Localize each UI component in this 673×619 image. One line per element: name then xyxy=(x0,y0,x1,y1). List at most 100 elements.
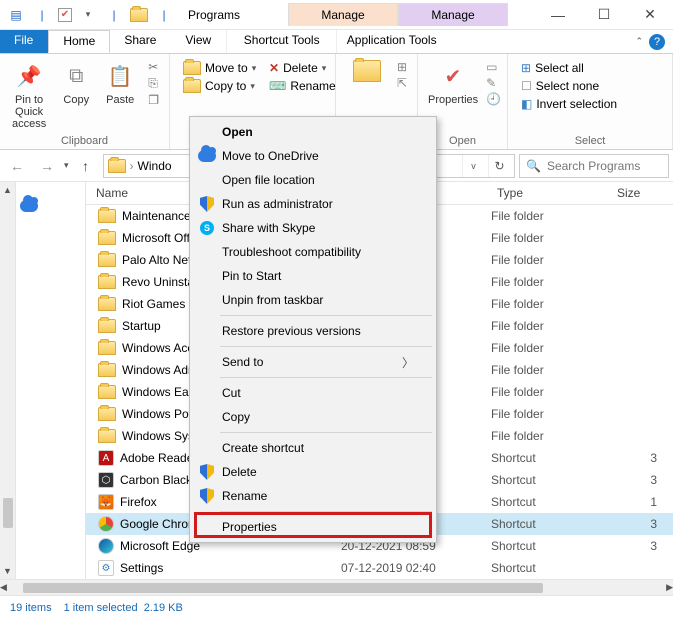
ctx-open-location[interactable]: Open file location xyxy=(192,168,434,192)
history-icon[interactable]: 🕘 xyxy=(486,92,501,106)
ctx-unpin-taskbar[interactable]: Unpin from taskbar xyxy=(192,288,434,312)
addr-dropdown-icon[interactable]: v xyxy=(462,155,484,177)
breadcrumb[interactable]: Windo xyxy=(138,159,172,173)
new-item-icon[interactable]: ⊞ xyxy=(397,60,407,74)
qat-divider: | xyxy=(32,5,52,25)
ctx-copy[interactable]: Copy xyxy=(192,405,434,429)
pin-quick-access-button[interactable]: 📌 Pin to Quick access xyxy=(6,58,52,132)
up-button[interactable]: ↑ xyxy=(73,153,99,179)
ctx-open-label: Open xyxy=(222,125,253,139)
file-type: File folder xyxy=(491,319,611,333)
tab-shortcut-tools[interactable]: Shortcut Tools xyxy=(226,30,336,53)
ctx-cut[interactable]: Cut xyxy=(192,381,434,405)
minimize-button[interactable]: — xyxy=(535,0,581,30)
file-row[interactable]: ⚙Settings07-12-2019 02:40Shortcut xyxy=(86,557,673,579)
copyto-label: Copy to xyxy=(205,79,246,93)
folder-icon xyxy=(98,231,116,245)
clipboard-group-label: Clipboard xyxy=(6,135,163,147)
scroll-thumb[interactable] xyxy=(3,498,13,528)
move-icon xyxy=(183,61,201,75)
ctx-create-shortcut[interactable]: Create shortcut xyxy=(192,436,434,460)
chevron-down-icon: ▾ xyxy=(250,81,255,92)
select-none-label: Select none xyxy=(536,79,599,93)
qat-dropdown-icon[interactable]: ▾ xyxy=(78,5,98,25)
collapse-ribbon-icon[interactable]: ⌃ xyxy=(635,36,643,47)
ctx-share-skype[interactable]: SShare with Skype xyxy=(192,216,434,240)
ctx-delete[interactable]: Delete xyxy=(192,460,434,484)
col-type[interactable]: Type xyxy=(491,182,611,204)
tab-home[interactable]: Home xyxy=(48,30,110,53)
qat-pipe: | xyxy=(104,5,124,25)
paste-button[interactable]: 📋 Paste xyxy=(100,58,140,132)
new-folder-button[interactable]: New folder xyxy=(342,58,393,110)
hscroll-thumb[interactable] xyxy=(23,583,543,593)
open-icon[interactable]: ▭ xyxy=(486,60,501,74)
ctx-open[interactable]: Open xyxy=(192,120,434,144)
ctx-move-onedrive[interactable]: Move to OneDrive xyxy=(192,144,434,168)
ctx-rename[interactable]: Rename xyxy=(192,484,434,508)
select-all-icon: ⊞ xyxy=(521,61,531,75)
file-type: File folder xyxy=(491,363,611,377)
paste-shortcut-icon[interactable]: ❐ xyxy=(148,93,159,107)
file-name: Settings xyxy=(120,561,163,575)
select-group-label: Select xyxy=(514,135,666,147)
qat-properties-icon[interactable]: ▤ xyxy=(6,5,26,25)
qat-checkbox-icon[interactable]: ✔ xyxy=(58,8,72,22)
properties-button[interactable]: ✔ Properties xyxy=(424,58,482,108)
ctx-properties[interactable]: Properties xyxy=(192,515,434,539)
file-type: Shortcut xyxy=(491,451,611,465)
rename-button[interactable]: ⌨Rename xyxy=(266,78,339,94)
edit-icon[interactable]: ✎ xyxy=(486,76,501,90)
scroll-down-icon[interactable]: ▼ xyxy=(0,563,15,579)
app-manage-tab[interactable]: Manage xyxy=(398,3,508,26)
ctx-pin-start[interactable]: Pin to Start xyxy=(192,264,434,288)
ribbon-help: ⌃ ? xyxy=(627,30,673,53)
scroll-right-icon[interactable]: ▶ xyxy=(666,580,673,596)
horizontal-scrollbar[interactable]: ◀ ▶ xyxy=(0,579,673,595)
folder-icon xyxy=(98,319,116,333)
col-size[interactable]: Size xyxy=(611,182,673,204)
select-all-button[interactable]: ⊞ Select all xyxy=(518,60,662,76)
navpane-scrollbar[interactable]: ▲ ▼ xyxy=(0,182,16,579)
invert-selection-button[interactable]: ◧Invert selection xyxy=(518,96,662,112)
ctx-runas-label: Run as administrator xyxy=(222,197,333,211)
select-none-button[interactable]: ☐Select none xyxy=(518,78,662,94)
tab-view[interactable]: View xyxy=(171,30,226,53)
copy-button[interactable]: ⧉ Copy xyxy=(56,58,96,132)
forward-button[interactable]: → xyxy=(34,153,60,179)
refresh-button[interactable]: ↻ xyxy=(488,155,510,177)
ctx-troubleshoot[interactable]: Troubleshoot compatibility xyxy=(192,240,434,264)
ctx-restore-versions[interactable]: Restore previous versions xyxy=(192,319,434,343)
close-button[interactable]: ✕ xyxy=(627,0,673,30)
history-dropdown-icon[interactable]: ▾ xyxy=(64,160,69,171)
folder-icon xyxy=(130,8,148,22)
easy-access-icon[interactable]: ⇱ xyxy=(397,76,407,90)
copy-path-icon[interactable]: ⎘ xyxy=(148,76,159,91)
tab-application-tools[interactable]: Application Tools xyxy=(336,30,446,53)
back-button[interactable]: ← xyxy=(4,153,30,179)
maximize-button[interactable]: ☐ xyxy=(581,0,627,30)
shield-icon xyxy=(198,464,216,480)
delete-button[interactable]: ✕Delete▾ xyxy=(266,60,339,76)
file-type: File folder xyxy=(491,297,611,311)
chrome-icon xyxy=(98,516,114,532)
ctx-separator xyxy=(220,315,432,316)
search-icon: 🔍 xyxy=(526,159,541,173)
new-extra: ⊞ ⇱ xyxy=(393,58,411,110)
cut-icon[interactable]: ✂ xyxy=(148,60,159,74)
select-all-label: Select all xyxy=(535,61,584,75)
ctx-run-as-admin[interactable]: Run as administrator xyxy=(192,192,434,216)
search-box[interactable]: 🔍 Search Programs xyxy=(519,154,669,178)
ctx-send-to[interactable]: Send to〉 xyxy=(192,350,434,374)
file-type: File folder xyxy=(491,209,611,223)
help-icon[interactable]: ? xyxy=(649,34,665,50)
tab-share[interactable]: Share xyxy=(110,30,171,53)
window-title: Programs xyxy=(180,8,248,22)
file-name: Startup xyxy=(122,319,161,333)
onedrive-item[interactable] xyxy=(16,198,85,214)
scroll-up-icon[interactable]: ▲ xyxy=(0,182,15,198)
scroll-left-icon[interactable]: ◀ xyxy=(0,580,7,596)
shortcut-manage-tab[interactable]: Manage xyxy=(288,3,398,26)
file-name: Maintenance xyxy=(122,209,191,223)
tab-file[interactable]: File xyxy=(0,30,48,53)
